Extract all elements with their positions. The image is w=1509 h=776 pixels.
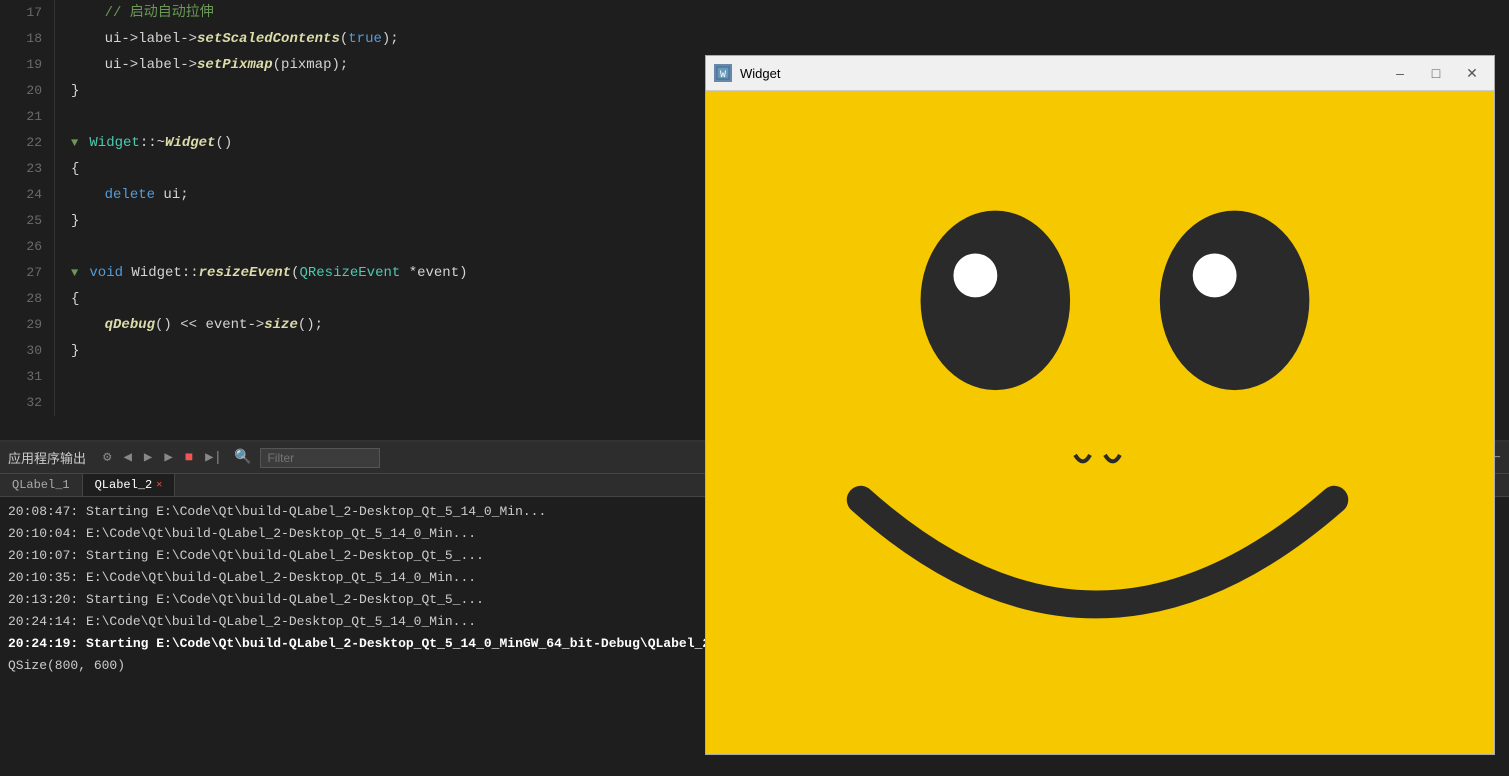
code-line: 30} [0, 338, 700, 364]
line-content: } [55, 78, 79, 104]
line-content: qDebug() << event->size(); [55, 312, 323, 338]
line-content: // 启动自动拉伸 [55, 0, 214, 26]
qt-window: W Widget ‒ □ ✕ [705, 55, 1495, 755]
line-number: 26 [0, 234, 55, 260]
line-number: 31 [0, 364, 55, 390]
filter-input[interactable] [260, 448, 380, 468]
line-content: } [55, 338, 79, 364]
code-line: 18 ui->label->setScaledContents(true); [0, 26, 700, 52]
line-number: 27 [0, 260, 55, 286]
code-line: 25} [0, 208, 700, 234]
line-number: 24 [0, 182, 55, 208]
code-editor: 17 // 启动自动拉伸18 ui->label->setScaledConte… [0, 0, 700, 430]
code-line: 24 delete ui; [0, 182, 700, 208]
qt-window-icon: W [714, 64, 732, 82]
line-number: 32 [0, 390, 55, 416]
line-content: { [55, 156, 79, 182]
line-content: { [55, 286, 79, 312]
tab-close-button[interactable]: ✕ [156, 479, 162, 491]
code-lines: 17 // 启动自动拉伸18 ui->label->setScaledConte… [0, 0, 700, 416]
toolbar-icon-nav[interactable]: ▶| [202, 447, 225, 468]
qt-window-controls: ‒ □ ✕ [1386, 62, 1486, 84]
line-content: ▼ void Widget::resizeEvent(QResizeEvent … [55, 260, 468, 286]
line-content: delete ui; [55, 182, 189, 208]
close-button[interactable]: ✕ [1458, 62, 1486, 84]
qt-titlebar: W Widget ‒ □ ✕ [706, 56, 1494, 91]
toolbar-icon-stop[interactable]: ■ [182, 448, 196, 468]
smiley-face [706, 91, 1494, 754]
output-tab[interactable]: QLabel_2✕ [83, 474, 176, 496]
line-number: 23 [0, 156, 55, 182]
toolbar-icon-run[interactable]: ▶ [161, 447, 175, 468]
line-content: } [55, 208, 79, 234]
main-content: 17 // 启动自动拉伸18 ui->label->setScaledConte… [0, 0, 1509, 440]
line-number: 29 [0, 312, 55, 338]
svg-text:W: W [720, 70, 726, 80]
line-number: 22 [0, 130, 55, 156]
line-number: 20 [0, 78, 55, 104]
maximize-button[interactable]: □ [1422, 62, 1450, 84]
qt-window-content [706, 91, 1494, 754]
code-line: 32 [0, 390, 700, 416]
line-number: 21 [0, 104, 55, 130]
code-line: 31 [0, 364, 700, 390]
code-line: 22▼ Widget::~Widget() [0, 130, 700, 156]
code-line: 28{ [0, 286, 700, 312]
code-line: 17 // 启动自动拉伸 [0, 0, 700, 26]
toolbar-icon-search[interactable]: 🔍 [231, 447, 254, 468]
line-content: ▼ Widget::~Widget() [55, 130, 232, 156]
code-line: 27▼ void Widget::resizeEvent(QResizeEven… [0, 260, 700, 286]
line-number: 30 [0, 338, 55, 364]
code-line: 21 [0, 104, 700, 130]
minimize-button[interactable]: ‒ [1386, 62, 1414, 84]
line-number: 19 [0, 52, 55, 78]
line-content: ui->label->setScaledContents(true); [55, 26, 399, 52]
line-number: 17 [0, 0, 55, 26]
output-tab[interactable]: QLabel_1 [0, 474, 83, 496]
code-line: 23{ [0, 156, 700, 182]
code-line: 20} [0, 78, 700, 104]
line-number: 25 [0, 208, 55, 234]
code-line: 26 [0, 234, 700, 260]
line-number: 18 [0, 26, 55, 52]
line-content: ui->label->setPixmap(pixmap); [55, 52, 348, 78]
code-line: 19 ui->label->setPixmap(pixmap); [0, 52, 700, 78]
toolbar-icon-next[interactable]: ▶ [141, 447, 155, 468]
output-title: 应用程序输出 [8, 448, 86, 467]
qt-window-title: Widget [740, 66, 1386, 81]
toolbar-icon-settings[interactable]: ⚙ [100, 447, 114, 468]
line-number: 28 [0, 286, 55, 312]
code-line: 29 qDebug() << event->size(); [0, 312, 700, 338]
tab-label: QLabel_2 [95, 478, 153, 492]
toolbar-icon-prev[interactable]: ◀ [120, 447, 134, 468]
tab-label: QLabel_1 [12, 478, 70, 492]
